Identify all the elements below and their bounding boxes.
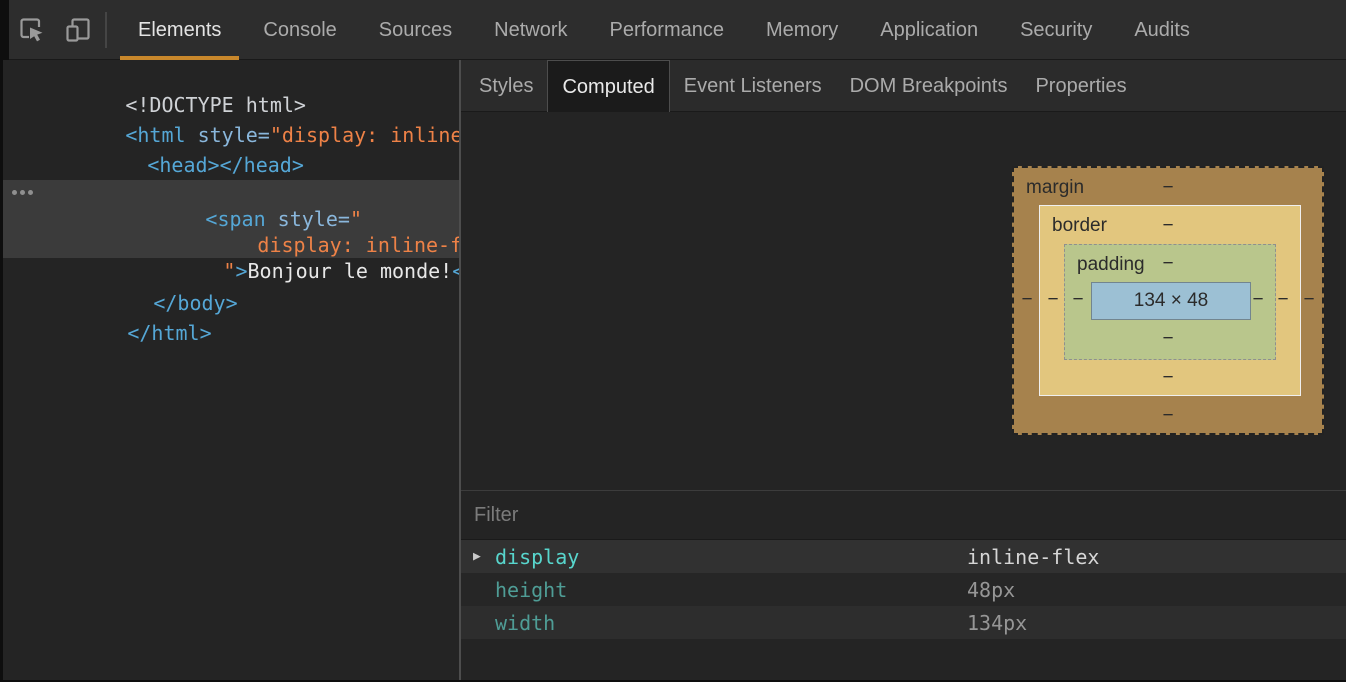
dom-node-doctype[interactable]: <!DOCTYPE html> xyxy=(3,60,459,90)
devtools-window: Elements Console Sources Network Perform… xyxy=(0,0,1346,682)
padding-right-value[interactable]: − xyxy=(1249,290,1267,309)
more-actions-icon[interactable] xyxy=(12,190,33,195)
margin-label: margin xyxy=(1026,177,1084,199)
inspect-icon[interactable] xyxy=(9,0,55,60)
computed-row-height[interactable]: height 48px xyxy=(461,573,1346,606)
border-right-value[interactable]: − xyxy=(1274,290,1292,309)
padding-top-value[interactable]: − xyxy=(1159,254,1177,273)
border-bottom-value[interactable]: − xyxy=(1159,368,1177,387)
border-label: border xyxy=(1052,215,1107,237)
tab-computed[interactable]: Computed xyxy=(547,60,669,112)
computed-row-display[interactable]: ▶ display inline-flex xyxy=(461,540,1346,573)
padding-bottom-value[interactable]: − xyxy=(1159,329,1177,348)
box-model-section: margin border padding 134 × 48 xyxy=(461,112,1346,490)
display-expander-icon[interactable]: ▶ xyxy=(473,549,481,564)
box-model-content[interactable]: 134 × 48 xyxy=(1091,282,1251,320)
tab-application[interactable]: Application xyxy=(859,0,999,60)
dom-node-span-selected[interactable]: <span style=" display: inline-flex; ">Bo… xyxy=(3,180,459,258)
tab-memory[interactable]: Memory xyxy=(745,0,859,60)
toolbar-separator xyxy=(105,12,107,48)
margin-top-value[interactable]: − xyxy=(1159,178,1177,197)
tab-sources[interactable]: Sources xyxy=(358,0,473,60)
tab-performance[interactable]: Performance xyxy=(589,0,746,60)
padding-left-value[interactable]: − xyxy=(1069,290,1087,309)
tab-properties[interactable]: Properties xyxy=(1021,60,1140,112)
main-toolbar: Elements Console Sources Network Perform… xyxy=(3,0,1346,60)
margin-bottom-value[interactable]: − xyxy=(1159,406,1177,425)
tab-event-listeners[interactable]: Event Listeners xyxy=(670,60,836,112)
span-open-line[interactable]: <span style=" xyxy=(3,180,459,206)
margin-left-value[interactable]: − xyxy=(1018,290,1036,309)
active-tab-underline xyxy=(120,56,239,60)
padding-label: padding xyxy=(1077,254,1145,276)
border-top-value[interactable]: − xyxy=(1159,216,1177,235)
tab-elements-label: Elements xyxy=(138,19,221,41)
content-size-label: 134 × 48 xyxy=(1134,290,1209,312)
filter-input[interactable] xyxy=(474,504,894,527)
margin-right-value[interactable]: − xyxy=(1300,290,1318,309)
sidebar-tab-bar: Styles Computed Event Listeners DOM Brea… xyxy=(461,60,1346,112)
tab-audits[interactable]: Audits xyxy=(1113,0,1211,60)
elements-panel: <!DOCTYPE html> <html style="display: in… xyxy=(3,60,459,680)
computed-row-width[interactable]: width 134px xyxy=(461,606,1346,639)
tab-console[interactable]: Console xyxy=(242,0,357,60)
tab-security[interactable]: Security xyxy=(999,0,1113,60)
border-left-value[interactable]: − xyxy=(1044,290,1062,309)
device-toolbar-icon[interactable] xyxy=(55,0,101,60)
computed-properties-list: ▶ display inline-flex height 48px width … xyxy=(461,540,1346,680)
tab-network[interactable]: Network xyxy=(473,0,588,60)
filter-bar xyxy=(461,490,1346,540)
box-model-diagram: margin border padding 134 × 48 xyxy=(1012,166,1324,435)
tab-elements[interactable]: Elements xyxy=(117,0,242,60)
computed-sidebar-panel: Styles Computed Event Listeners DOM Brea… xyxy=(461,60,1346,680)
tab-dom-breakpoints[interactable]: DOM Breakpoints xyxy=(836,60,1022,112)
tab-styles[interactable]: Styles xyxy=(465,60,547,112)
